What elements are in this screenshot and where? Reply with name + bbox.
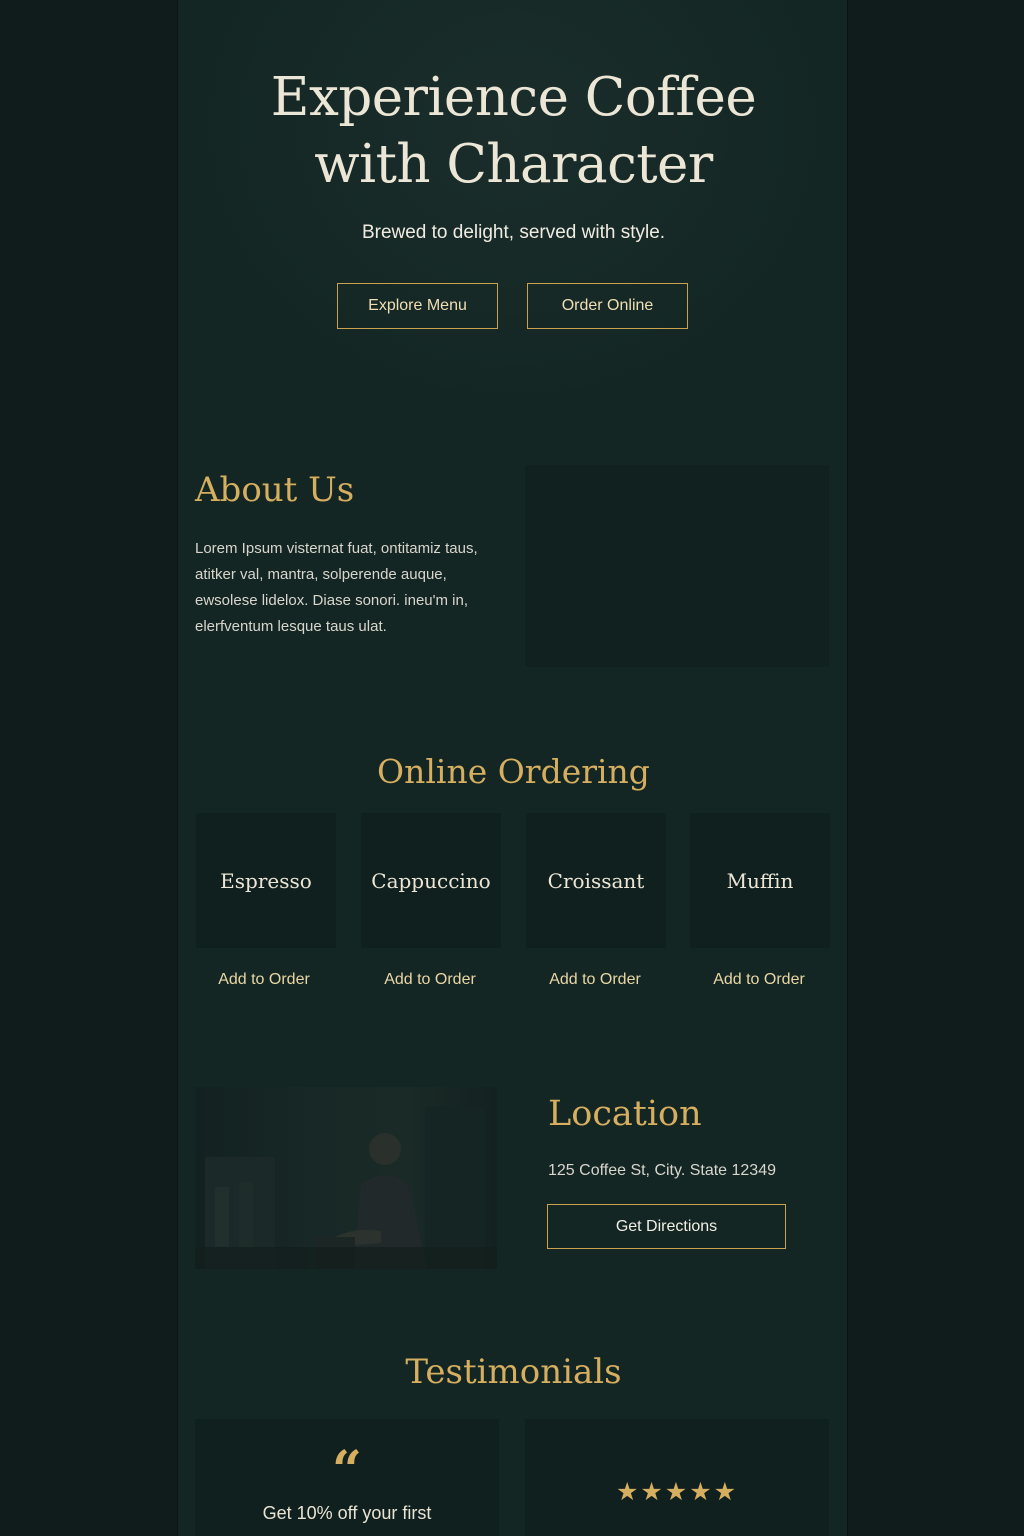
testimonial-card: ★★★★★ (525, 1419, 829, 1536)
testimonial-card: “ Get 10% off your first (195, 1419, 499, 1536)
add-to-order-cappuccino-button[interactable]: Add to Order (350, 968, 510, 992)
get-directions-button[interactable]: Get Directions (547, 1204, 786, 1249)
hero-title-line1: Experience Coffee (270, 67, 757, 128)
about-image (525, 465, 829, 667)
add-to-order-muffin-button[interactable]: Add to Order (679, 968, 839, 992)
menu-card-croissant: Croissant (526, 813, 666, 948)
barista-photo (195, 1087, 497, 1269)
hero-title: Experience Coffee with Character (178, 64, 847, 198)
add-to-order-espresso-button[interactable]: Add to Order (184, 968, 344, 992)
quote-icon: “ (332, 1440, 362, 1501)
add-to-order-croissant-button[interactable]: Add to Order (515, 968, 675, 992)
location-address: 125 Coffee St, City. State 12349 (548, 1162, 776, 1179)
star-rating-icon: ★★★★★ (615, 1478, 739, 1506)
order-online-button[interactable]: Order Online (527, 283, 688, 329)
testimonial-text: Get 10% off your first (262, 1503, 432, 1523)
left-margin (0, 0, 177, 1536)
landing-page: Experience Coffee with Character Brewed t… (177, 0, 848, 1536)
barista-illustration (195, 1107, 497, 1269)
explore-menu-button[interactable]: Explore Menu (337, 283, 498, 329)
menu-item-name: Espresso (220, 868, 312, 893)
menu-item-name: Cappuccino (371, 868, 491, 893)
menu-card-espresso: Espresso (196, 813, 336, 948)
menu-card-cappuccino: Cappuccino (361, 813, 501, 948)
testimonials-title: Testimonials (405, 1352, 622, 1392)
menu-item-name: Croissant (547, 868, 645, 893)
about-text: Lorem Ipsum visternat fuat, ontitamiz ta… (195, 540, 478, 635)
location-title: Location (548, 1094, 702, 1134)
right-margin (848, 0, 1024, 1536)
hero-title-line2: with Character (314, 134, 713, 195)
online-ordering-title: Online Ordering (377, 752, 650, 791)
menu-item-name: Muffin (726, 868, 794, 893)
hero-subtitle: Brewed to delight, served with style. (361, 222, 666, 243)
menu-card-muffin: Muffin (690, 813, 830, 948)
about-title: About Us (195, 470, 355, 510)
